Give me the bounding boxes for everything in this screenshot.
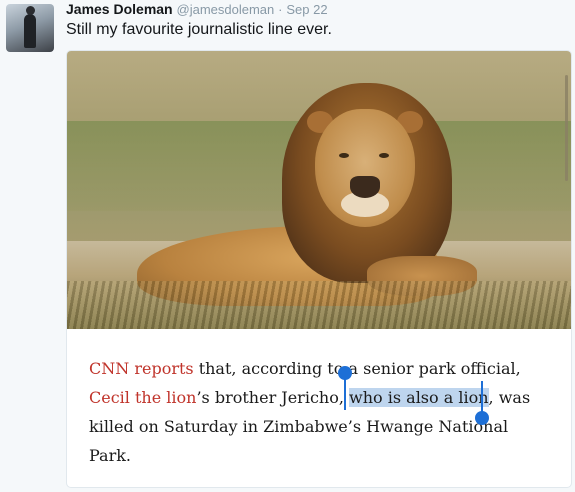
- tweet-header: James Doleman @jamesdoleman · Sep 22: [66, 1, 328, 18]
- foreground-grass: [67, 281, 571, 329]
- selection-start-knob[interactable]: [338, 366, 352, 380]
- article-text: ’s brother Jericho,: [196, 388, 350, 407]
- article-text: , was: [488, 388, 531, 407]
- article-text: senior park official,: [358, 359, 521, 378]
- article-excerpt: CNN reports that, according to a senior …: [89, 354, 559, 470]
- image-scrollbar[interactable]: [565, 75, 568, 181]
- tweet-text: Still my favourite journalistic line eve…: [66, 21, 332, 38]
- selection-end-handle[interactable]: [475, 381, 489, 425]
- avatar[interactable]: [6, 4, 54, 52]
- media-card[interactable]: CNN reports that, according to a senior …: [66, 50, 572, 488]
- author-name[interactable]: James Doleman: [66, 1, 173, 17]
- selection-end-knob[interactable]: [475, 411, 489, 425]
- article-line-2: Cecil the lion’s brother Jericho, who is…: [89, 383, 559, 412]
- tweet-date[interactable]: Sep 22: [286, 2, 327, 17]
- selected-text[interactable]: who is also a lion: [349, 388, 489, 407]
- lion-right-eye: [379, 153, 389, 158]
- lion-nose: [350, 176, 380, 198]
- header-separator: ·: [278, 2, 283, 17]
- cecil-the-lion-link[interactable]: Cecil the lion: [89, 388, 196, 407]
- article-text: that, according to: [193, 359, 344, 378]
- article-line-4: Park.: [89, 446, 132, 465]
- avatar-person-figure: [24, 6, 36, 48]
- cnn-reports-link[interactable]: CNN reports: [89, 359, 194, 378]
- author-handle[interactable]: @jamesdoleman: [177, 2, 275, 17]
- lion-left-eye: [339, 153, 349, 158]
- lion-photo[interactable]: [67, 51, 571, 329]
- selection-start-handle[interactable]: [338, 366, 352, 410]
- article-line-1: CNN reports that, according to a senior …: [89, 354, 559, 383]
